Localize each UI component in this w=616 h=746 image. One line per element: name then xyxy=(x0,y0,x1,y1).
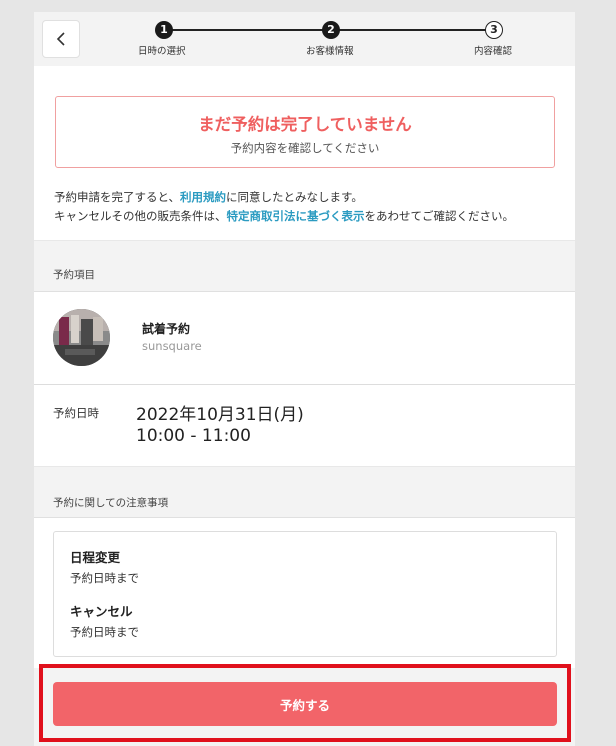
notes-section-header: 予約に関しての注意事項 xyxy=(34,466,575,518)
stepper-header: 1 日時の選択 2 お客様情報 3 内容確認 xyxy=(34,12,575,66)
item-avatar xyxy=(53,309,110,366)
store-photo-image xyxy=(53,309,110,366)
item-name: 試着予約 xyxy=(142,322,191,336)
step-2-indicator: 2 xyxy=(322,21,340,39)
note-reschedule-value: 予約日時まで xyxy=(70,571,139,585)
note-reschedule-heading: 日程変更 xyxy=(70,550,121,565)
terms-line-2-before: キャンセルその他の販売条件は、 xyxy=(54,209,227,223)
terms-line-2: キャンセルその他の販売条件は、特定商取引法に基づく表示をあわせてご確認ください。 xyxy=(54,207,564,226)
step-3-indicator: 3 xyxy=(485,21,503,39)
stepper-line-1 xyxy=(166,29,330,31)
step-3-label: 内容確認 xyxy=(474,46,513,57)
terms-line-1: 予約申請を完了すると、利用規約に同意したとみなします。 xyxy=(54,188,564,207)
notice-subtitle: 予約内容を確認してください xyxy=(230,141,380,155)
notes-section-title: 予約に関しての注意事項 xyxy=(53,497,169,509)
terms-line-1-before: 予約申請を完了すると、 xyxy=(54,190,181,204)
reservation-item-section-title: 予約項目 xyxy=(53,269,95,281)
reservation-confirm-page: 1 日時の選択 2 お客様情報 3 内容確認 まだ予約は完了していません 予約内… xyxy=(34,12,575,746)
reservation-time: 10:00 - 11:00 xyxy=(136,426,251,446)
terms-line-1-after: に同意したとみなします。 xyxy=(226,190,363,204)
notes-box: 日程変更 予約日時まで キャンセル 予約日時まで xyxy=(53,531,557,657)
note-cancel-value: 予約日時まで xyxy=(70,625,139,639)
commercial-law-link[interactable]: 特定商取引法に基づく表示 xyxy=(227,209,365,223)
terms-line-2-after: をあわせてご確認ください。 xyxy=(364,209,515,223)
terms-text: 予約申請を完了すると、利用規約に同意したとみなします。 キャンセルその他の販売条… xyxy=(54,188,564,226)
step-1-indicator: 1 xyxy=(155,21,173,39)
reserve-button[interactable]: 予約する xyxy=(53,682,557,726)
reservation-date: 2022年10月31日(月) xyxy=(136,405,304,425)
step-1-label: 日時の選択 xyxy=(138,46,186,57)
notice-title: まだ予約は完了していません xyxy=(198,115,412,134)
step-2-label: お客様情報 xyxy=(306,46,354,57)
datetime-label: 予約日時 xyxy=(53,406,99,420)
stepper-line-2 xyxy=(339,29,489,31)
divider xyxy=(34,384,575,385)
incomplete-notice: まだ予約は完了していません 予約内容を確認してください xyxy=(55,96,555,168)
back-button[interactable] xyxy=(42,20,80,58)
chevron-left-icon xyxy=(56,32,65,46)
terms-of-use-link[interactable]: 利用規約 xyxy=(180,190,226,204)
reservation-item-section-header: 予約項目 xyxy=(34,240,575,292)
item-shop-name: sunsquare xyxy=(142,339,202,353)
note-cancel-heading: キャンセル xyxy=(70,604,133,619)
